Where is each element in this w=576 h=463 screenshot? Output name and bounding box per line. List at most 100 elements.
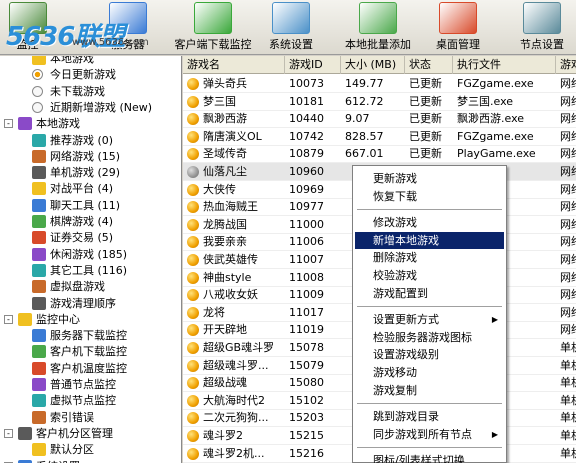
menu-item[interactable]: 设置更新方式 ▶ (355, 311, 504, 328)
table-row[interactable]: 弹头奇兵 10073 149.77 已更新 FGZgame.exe 网络 (183, 75, 576, 93)
table-cell: 10960 (289, 165, 324, 178)
column-header[interactable]: 状态 (405, 56, 453, 74)
tree-item-label: 近期新增游戏 (New) (50, 100, 153, 114)
table-cell: 圣域传奇 (203, 147, 247, 161)
column-header[interactable]: 大小 (MB) (341, 56, 405, 74)
toolbar-button-6[interactable]: 节点设置 (508, 2, 576, 54)
group-icon (18, 117, 32, 131)
tree-item-label: 今日更新游戏 (50, 68, 116, 82)
cards-icon (32, 215, 46, 228)
table-cell: 单机 (560, 429, 576, 442)
gear-icon (18, 459, 32, 463)
game-icon (187, 113, 199, 126)
column-header[interactable]: 游戏ID (285, 56, 341, 74)
tree-item-label: 客户机分区管理 (36, 426, 113, 440)
menu-item[interactable]: 图标/列表样式切换 (355, 452, 504, 463)
game-icon (187, 201, 199, 214)
tree-item-label: 推荐游戏 (0) (50, 133, 114, 147)
menu-item[interactable]: 新增本地游戏 (355, 231, 504, 249)
menu-item[interactable]: 检验服务器游戏图标 (355, 329, 504, 346)
menu-item[interactable]: 游戏移动 (355, 364, 504, 381)
collapse-icon[interactable]: - (4, 428, 13, 438)
menu-item[interactable]: 修改游戏 (355, 214, 504, 231)
desktop-icon (439, 2, 477, 34)
tree-item-label: 普通节点监控 (50, 378, 116, 391)
menu-item[interactable]: 恢复下载 (355, 188, 504, 205)
tree-item-label: 游戏清理顺序 (50, 296, 116, 310)
table-cell: 侠武英雄传 (203, 253, 258, 266)
menu-separator (357, 447, 502, 449)
game-icon (187, 218, 199, 231)
toolbar-label: 节点设置 (520, 38, 564, 51)
column-header[interactable]: 游戏 (556, 56, 576, 74)
collapse-icon[interactable]: - (4, 119, 13, 129)
table-cell: 龙腾战国 (203, 217, 247, 231)
tree-item-label: 棋牌游戏 (4) (50, 215, 114, 228)
table-row[interactable]: 隋唐演义OL 10742 828.57 已更新 FGZgame.exe 网络 (183, 128, 576, 146)
column-header[interactable]: 执行文件 (453, 56, 556, 74)
table-cell: 网络 (560, 235, 576, 249)
game-icon (187, 236, 199, 249)
table-cell: 超级战魂 (203, 376, 247, 390)
menu-item[interactable]: 游戏复制 (355, 382, 504, 399)
toolbar-button-4[interactable]: 本地批量添加 (334, 2, 422, 54)
piano-icon (32, 247, 46, 261)
tree-item-label: 客户机下载监控 (50, 345, 127, 359)
table-cell: 网络 (560, 147, 576, 161)
column-header[interactable]: 游戏名 (183, 56, 285, 74)
table-cell: 大航海时代2 (203, 393, 265, 407)
game-icon (187, 430, 199, 442)
tree-item-label: 聊天工具 (11) (50, 198, 121, 212)
table-cell: 单机 (560, 393, 576, 407)
partition-icon (32, 443, 46, 457)
table-cell: 网络 (560, 94, 576, 108)
table-cell: 单机 (560, 376, 576, 390)
menu-item[interactable]: 校验游戏 (355, 267, 504, 284)
game-icon (187, 412, 199, 425)
category-tree[interactable]: 本地游戏 今日更新游戏 未下载游戏 近期新增游戏 (New) - 本地游戏 推荐游戏 (0)… (0, 56, 182, 463)
table-cell: 11009 (289, 288, 324, 302)
tree-item-label: 虚拟节点监控 (50, 394, 116, 408)
tree-item-label: 默认分区 (50, 443, 94, 457)
table-cell: 单机 (560, 411, 576, 425)
game-icon (187, 130, 199, 143)
game-icon (187, 394, 199, 407)
game-icon (187, 78, 199, 90)
sort-icon (32, 296, 46, 310)
tree-item-label: 虚拟盘游戏 (50, 280, 105, 294)
table-cell: 飘渺西游 (203, 112, 247, 126)
table-row[interactable]: 飘渺西游 10440 9.07 已更新 飘渺西游.exe 网络 (183, 110, 576, 129)
chat-icon (32, 198, 46, 212)
menu-item[interactable]: 设置游戏级别 (355, 346, 504, 363)
table-cell: 我要亲亲 (203, 235, 247, 249)
table-cell: 网络 (560, 77, 576, 90)
menu-item[interactable]: 跳到游戏目录 (355, 408, 504, 425)
collapse-icon[interactable]: - (4, 314, 13, 324)
table-cell: 11006 (289, 235, 324, 249)
table-row[interactable]: 梦三国 10181 612.72 已更新 梦三国.exe 网络 (183, 93, 576, 111)
table-cell: 10879 (289, 147, 324, 161)
toolbar-button-2[interactable]: 客户端下载监控 (170, 2, 256, 54)
menu-item[interactable]: 删除游戏 (355, 249, 504, 266)
game-icon (187, 342, 199, 354)
table-cell: 单机 (560, 358, 576, 372)
tree-item-label: 索引错误 (50, 410, 94, 424)
down-arrow-icon (32, 345, 46, 359)
game-icon (187, 377, 199, 390)
table-cell: 超级GB魂斗罗 (203, 341, 275, 354)
radio-icon (32, 101, 43, 113)
menu-item[interactable]: 游戏配置到 (355, 285, 504, 302)
menu-item[interactable]: 同步游戏到所有节点 ▶ (355, 426, 504, 443)
table-cell: 10977 (289, 200, 324, 214)
tree-item-label: 休闲游戏 (185) (50, 247, 128, 261)
table-cell: 网络 (560, 165, 576, 178)
toolbar-label: 桌面管理 (436, 38, 480, 51)
toolbar-button-3[interactable]: 系统设置 (255, 2, 327, 54)
game-icon (187, 271, 199, 284)
table-cell: 15079 (289, 358, 324, 372)
table-cell: 隋唐演义OL (203, 129, 262, 143)
toolbar-button-5[interactable]: 桌面管理 (423, 2, 493, 54)
table-row[interactable]: 圣域传奇 10879 667.01 已更新 PlayGame.exe 网络 (183, 145, 576, 164)
menu-item[interactable]: 更新游戏 (355, 170, 504, 187)
batch-add-icon (359, 2, 397, 34)
